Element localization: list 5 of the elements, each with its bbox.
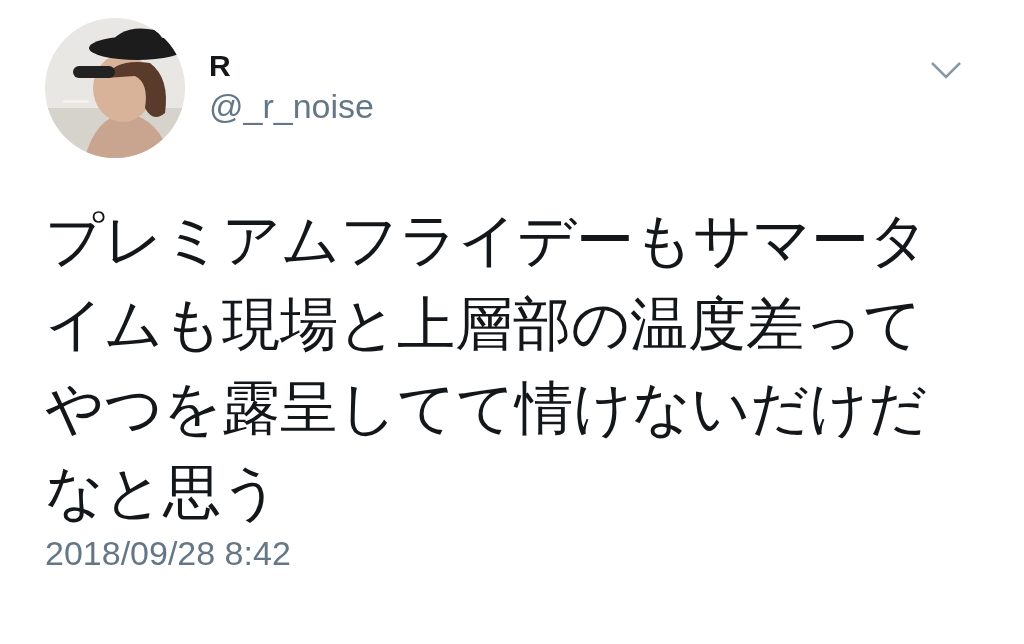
- tweet-text: プレミアムフライデーもサマータイムも現場と上層部の温度差ってやつを露呈してて情けないだけだなと思う: [45, 206, 929, 526]
- author-handle: @_r_noise: [209, 86, 375, 127]
- author-name: R: [209, 48, 232, 84]
- timestamp: 2018/09/28 8:42: [45, 534, 291, 572]
- chevron-down-icon[interactable]: [930, 60, 962, 80]
